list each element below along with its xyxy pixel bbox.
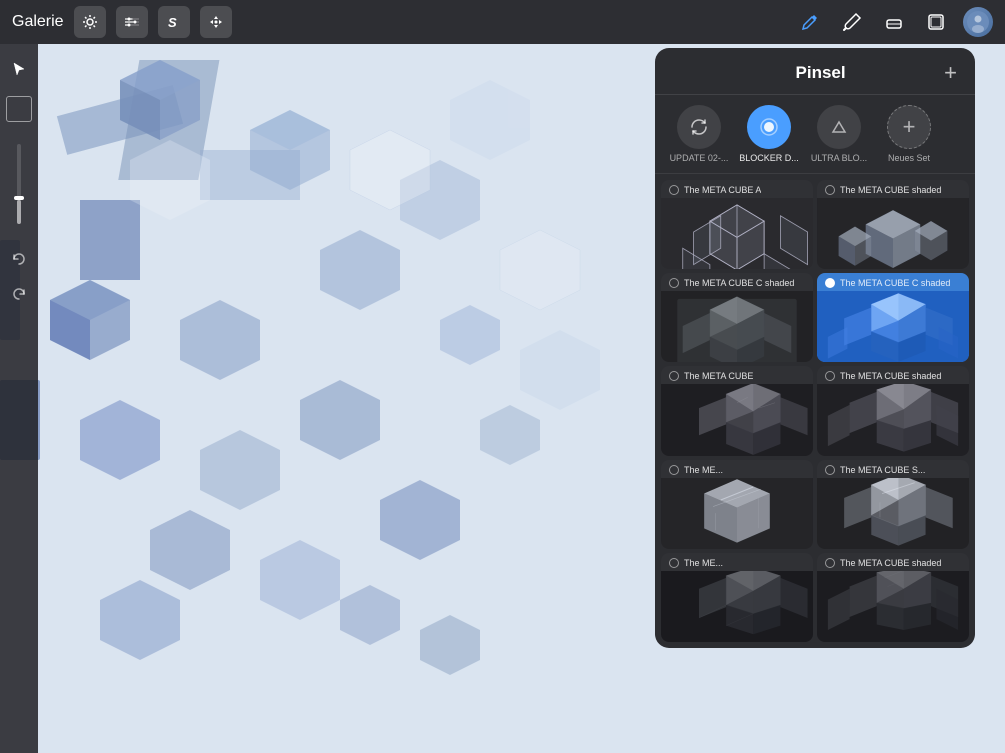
tab-new-icon: + [887,105,931,149]
adjustments-tool[interactable] [116,6,148,38]
brush-item-9-name: The ME... [684,558,723,568]
smudge-tool[interactable]: S [158,6,190,38]
brush-item-6-name: The META CUBE shaded [840,371,941,381]
brush-item-8-name: The META CUBE S... [840,465,925,475]
brush-item-8-preview [817,478,969,549]
tab-update-icon [677,105,721,149]
sidebar-redo-button[interactable] [10,285,28,308]
brush-item-2-name: The META CUBE shaded [840,185,941,195]
brush-item-4-preview [817,291,969,362]
toolbar-left: Galerie S [12,6,232,38]
sidebar-size-slider-thumb[interactable] [14,196,24,200]
brush-item-3-dot [669,278,679,288]
brush-item-5-name: The META CUBE [684,371,753,381]
brush-item-7-header: The ME... [661,460,813,478]
brush-panel-title: Pinsel [697,63,944,83]
move-tool[interactable] [200,6,232,38]
brush-item-6-dot [825,371,835,381]
brush-item-3-preview [661,291,813,362]
tab-blocker-icon [747,105,791,149]
sidebar-undo-button[interactable] [10,250,28,273]
brush-item-10-dot [825,558,835,568]
brush-item-8-header: The META CUBE S... [817,460,969,478]
brush-item-7-name: The ME... [684,465,723,475]
left-sidebar [0,44,38,753]
brush-item-5[interactable]: The META CUBE [661,366,813,455]
brush-item-10-header: The META CUBE shaded [817,553,969,571]
brush-item-10-preview [817,571,969,642]
tab-update[interactable]: UPDATE 02-... [669,105,729,163]
brush-item-7-preview [661,478,813,549]
tab-blocker-label: BLOCKER D... [739,153,799,163]
brush-item-1-dot [669,185,679,195]
toolbar-right [795,7,993,37]
tab-update-label: UPDATE 02-... [670,153,729,163]
brush-item-4-header: The META CUBE C shaded [817,273,969,291]
brush-item-6-preview [817,384,969,455]
brush-item-5-preview [661,384,813,455]
pen-tool[interactable] [795,7,825,37]
brush-item-9-preview [661,571,813,642]
tab-new-label: Neues Set [888,153,930,163]
sidebar-opacity-slider-container [17,144,21,224]
brush-item-2-header: The META CUBE shaded [817,180,969,198]
tab-ultra-label: ULTRA BLO... [811,153,867,163]
svg-text:S: S [168,15,177,30]
brush-item-1-name: The META CUBE A [684,185,761,195]
brush-panel-add-button[interactable]: + [944,62,957,84]
brush-item-1-preview [661,198,813,269]
brush-item-2-preview [817,198,969,269]
gallery-button[interactable]: Galerie [12,13,64,31]
brush-item-4-dot [825,278,835,288]
brush-item-3-name: The META CUBE C shaded [684,278,794,288]
toolbar: Galerie S [0,0,1005,44]
settings-tool[interactable] [74,6,106,38]
brush-item-7-dot [669,465,679,475]
brush-item-8-dot [825,465,835,475]
brush-item-3[interactable]: The META CUBE C shaded [661,273,813,362]
brush-item-6-header: The META CUBE shaded [817,366,969,384]
brush-item-1[interactable]: The META CUBE A [661,180,813,269]
brush-item-9[interactable]: The ME... [661,553,813,642]
brush-item-4[interactable]: The META CUBE C shaded [817,273,969,362]
brush-tool[interactable] [837,7,867,37]
sidebar-size-slider-fill [17,200,21,224]
sidebar-cursor-icon[interactable] [4,54,34,84]
brush-panel-header: Pinsel + [655,48,975,95]
sidebar-size-slider-track [17,144,21,224]
brush-item-2-dot [825,185,835,195]
brush-item-4-name: The META CUBE C shaded [840,278,950,288]
sidebar-square-icon[interactable] [6,96,32,122]
tab-ultra-icon [817,105,861,149]
user-avatar[interactable] [963,7,993,37]
brush-item-5-dot [669,371,679,381]
tab-blocker[interactable]: BLOCKER D... [739,105,799,163]
brush-item-9-dot [669,558,679,568]
brush-tabs: UPDATE 02-... BLOCKER D... ULTRA BLO... [655,95,975,174]
layers-tool[interactable] [921,7,951,37]
brush-grid: The META CUBE A [655,174,975,648]
brush-item-9-header: The ME... [661,553,813,571]
tab-ultra[interactable]: ULTRA BLO... [809,105,869,163]
brush-item-8[interactable]: The META CUBE S... [817,460,969,549]
brush-item-6[interactable]: The META CUBE shaded [817,366,969,455]
eraser-tool[interactable] [879,7,909,37]
brush-item-7[interactable]: The ME... [661,460,813,549]
brush-item-10[interactable]: The META CUBE shaded [817,553,969,642]
brush-item-10-name: The META CUBE shaded [840,558,941,568]
brush-panel: Pinsel + UPDATE 02-... [655,48,975,648]
tab-new-set[interactable]: + Neues Set [879,105,939,163]
brush-item-1-header: The META CUBE A [661,180,813,198]
brush-item-2[interactable]: The META CUBE shaded [817,180,969,269]
brush-item-5-header: The META CUBE [661,366,813,384]
brush-item-3-header: The META CUBE C shaded [661,273,813,291]
